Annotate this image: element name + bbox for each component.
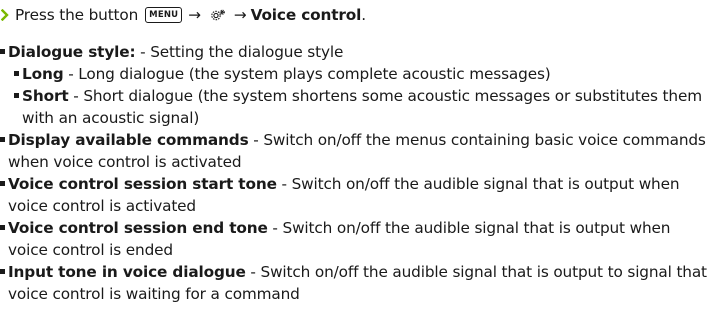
list-item: Voice control session start tone - Switc… bbox=[0, 173, 713, 217]
instruction-suffix: . bbox=[361, 6, 366, 24]
arrow-separator-2: → bbox=[233, 6, 247, 24]
option-desc: - Setting the dialogue style bbox=[135, 43, 344, 61]
sub-options-list: Long - Long dialogue (the system plays c… bbox=[8, 63, 713, 129]
list-item: Dialogue style: - Setting the dialogue s… bbox=[0, 41, 713, 129]
list-item: Input tone in voice dialogue - Switch on… bbox=[0, 261, 713, 305]
option-desc: - Short dialogue (the system shortens so… bbox=[22, 87, 702, 127]
settings-gear-icon bbox=[211, 9, 225, 20]
options-list: Dialogue style: - Setting the dialogue s… bbox=[0, 41, 713, 305]
option-term: Voice control session start tone bbox=[8, 175, 277, 193]
list-item: Voice control session end tone - Switch … bbox=[0, 217, 713, 261]
list-item: Short - Short dialogue (the system short… bbox=[14, 85, 713, 129]
instruction-target: Voice control bbox=[250, 6, 362, 24]
arrow-separator: → bbox=[188, 6, 201, 24]
option-term: Short bbox=[22, 87, 69, 105]
menu-key-icon: MENU bbox=[145, 7, 183, 23]
list-item: Long - Long dialogue (the system plays c… bbox=[14, 63, 713, 85]
option-term: Display available commands bbox=[8, 131, 249, 149]
instruction-prefix: Press the button bbox=[15, 6, 139, 24]
option-term: Voice control session end tone bbox=[8, 219, 268, 237]
option-term: Dialogue style: bbox=[8, 43, 136, 61]
option-term: Input tone in voice dialogue bbox=[8, 263, 246, 281]
instruction-line: Press the button MENU → → Voice control … bbox=[0, 4, 713, 26]
option-desc: - Long dialogue (the system plays comple… bbox=[63, 65, 551, 83]
list-item: Display available commands - Switch on/o… bbox=[0, 129, 713, 173]
step-arrow-icon bbox=[1, 9, 9, 21]
option-term: Long bbox=[22, 65, 64, 83]
manual-page: Press the button MENU → → Voice control … bbox=[0, 0, 721, 328]
